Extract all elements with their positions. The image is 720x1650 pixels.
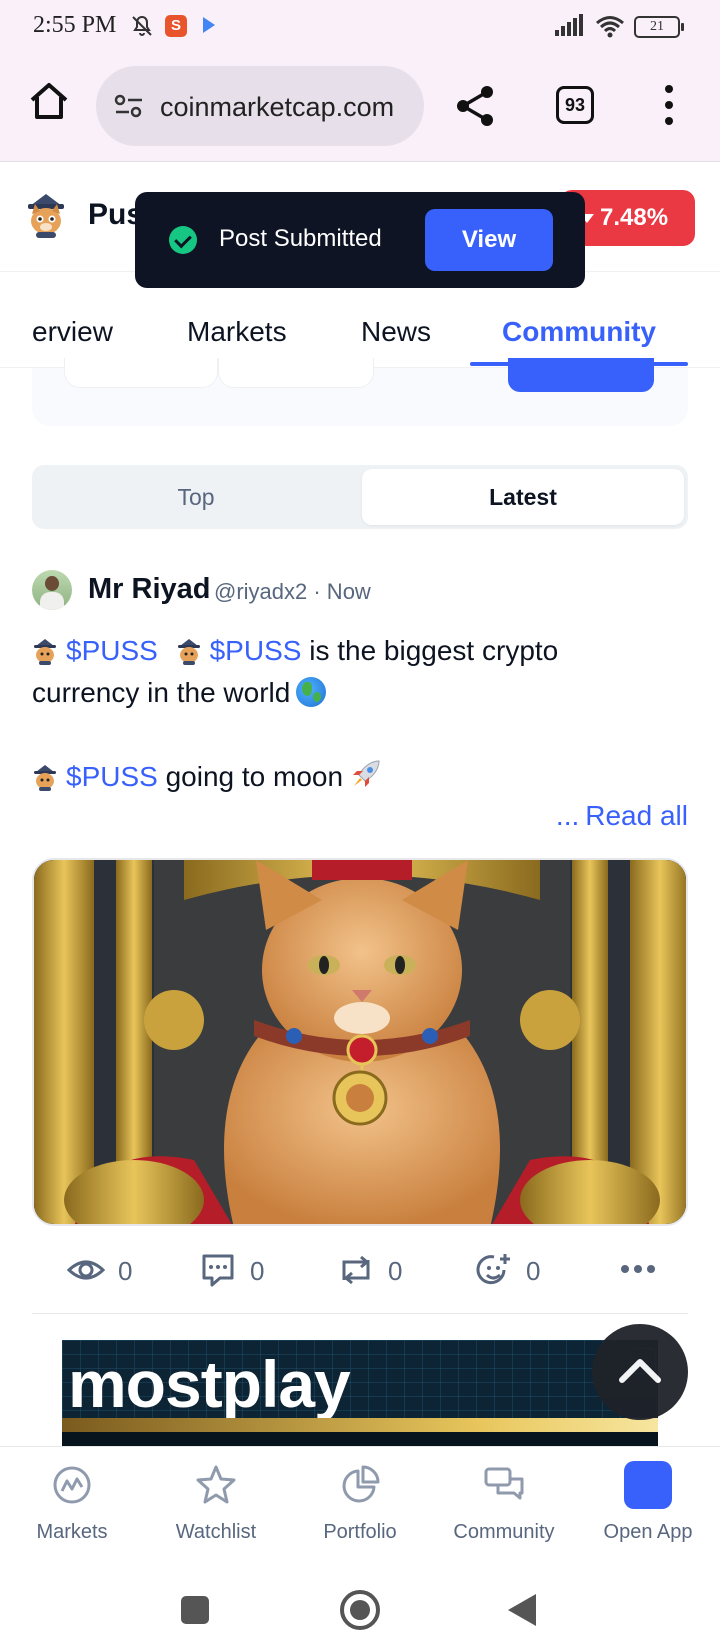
tab-markets[interactable]: Markets — [187, 316, 287, 348]
site-settings-icon[interactable] — [114, 94, 144, 118]
reactions-count: 0 — [526, 1256, 541, 1286]
card-action-button[interactable] — [508, 358, 654, 392]
comment-button[interactable]: 0 — [198, 1250, 278, 1290]
post-submitted-toast: Post Submitted View — [135, 192, 585, 288]
add-reaction-icon — [476, 1254, 510, 1285]
post-author-name[interactable]: Mr Riyad — [88, 573, 210, 606]
chevron-up-icon — [619, 1359, 661, 1383]
tab-community[interactable]: Community — [502, 316, 656, 348]
nav-label: Markets — [36, 1521, 108, 1543]
back-button[interactable] — [508, 1594, 536, 1626]
address-bar[interactable]: coinmarketcap.com — [96, 66, 424, 146]
avatar[interactable] — [32, 570, 72, 610]
ticker-link[interactable]: $PUSS — [210, 635, 302, 666]
puss-cat-emoji-icon — [177, 639, 200, 665]
scroll-to-top-button[interactable] — [592, 1324, 688, 1420]
recents-button[interactable] — [181, 1596, 209, 1624]
battery-indicator: 21 — [634, 16, 684, 38]
nav-label: Portfolio — [323, 1521, 397, 1543]
post-line-1: $PUSS $PUSS is the biggest crypto — [32, 630, 688, 672]
divider — [32, 1313, 688, 1314]
nav-watchlist[interactable]: Watchlist — [144, 1447, 288, 1571]
browser-toolbar: coinmarketcap.com 93 — [0, 52, 720, 162]
read-all-link[interactable]: ... Read all — [556, 800, 688, 832]
king-cat-illustration — [34, 860, 686, 1224]
system-nav-bar — [0, 1570, 720, 1650]
more-horiz-icon[interactable] — [620, 1264, 656, 1274]
markets-icon — [53, 1466, 91, 1504]
comment-icon — [202, 1254, 234, 1287]
bearish-vote-button[interactable] — [218, 358, 374, 388]
home-icon[interactable] — [28, 80, 70, 122]
post-actions: 0 0 0 0 — [0, 1242, 720, 1298]
pie-chart-icon — [342, 1465, 380, 1503]
puss-cat-emoji-icon — [34, 639, 56, 665]
tab-overview[interactable]: erview — [32, 316, 113, 348]
nav-markets[interactable]: Markets — [0, 1447, 144, 1571]
post-text: is the biggest crypto — [301, 635, 559, 666]
repost-icon — [342, 1255, 370, 1285]
chat-bubbles-icon — [484, 1467, 524, 1500]
post-line-3: $PUSS going to moon — [32, 756, 688, 798]
coin-logo — [28, 194, 64, 238]
check-circle-icon — [169, 226, 197, 254]
ticker-link[interactable]: $PUSS — [66, 761, 158, 792]
share-icon[interactable] — [454, 84, 498, 128]
nav-label: Open App — [603, 1521, 693, 1543]
nav-portfolio[interactable]: Portfolio — [288, 1447, 432, 1571]
sort-latest-button[interactable]: Latest — [362, 469, 684, 525]
more-vert-icon[interactable] — [660, 82, 678, 128]
bullish-vote-button[interactable] — [64, 358, 218, 388]
ad-brand-text: mostplay — [68, 1347, 351, 1421]
sentiment-card-partial — [32, 358, 688, 426]
reposts-count: 0 — [388, 1256, 403, 1286]
wifi-icon — [596, 16, 624, 38]
rocket-emoji-icon — [353, 760, 380, 787]
post-handle-time: @riyadx2 · Now — [214, 579, 371, 604]
star-icon — [196, 1465, 236, 1504]
puss-cat-emoji-icon — [34, 765, 56, 791]
post-image[interactable] — [32, 858, 688, 1226]
globe-emoji-icon — [296, 677, 327, 707]
price-change-value: 7.48% — [600, 204, 669, 231]
post-text: currency in the world — [32, 677, 291, 708]
tab-news[interactable]: News — [361, 316, 431, 348]
url-text[interactable]: coinmarketcap.com — [160, 92, 394, 123]
nav-open-app[interactable]: Open App — [576, 1447, 720, 1571]
views-stat: 0 — [66, 1250, 136, 1290]
post-text: going to moon — [157, 761, 344, 792]
status-bar: 2:55 PM S 21 — [0, 0, 720, 52]
eye-icon — [66, 1260, 106, 1280]
app-notification-icon: S — [165, 15, 187, 37]
feed-sort-toggle: Top Latest — [32, 465, 688, 529]
react-button[interactable]: 0 — [474, 1250, 554, 1290]
sort-top-button[interactable]: Top — [36, 469, 356, 525]
home-button[interactable] — [340, 1590, 380, 1630]
ad-banner[interactable]: mostplay — [62, 1340, 658, 1446]
signal-icon — [555, 14, 583, 36]
nav-label: Community — [453, 1521, 555, 1543]
nav-community[interactable]: Community — [432, 1447, 576, 1571]
comments-count: 0 — [250, 1256, 265, 1286]
play-store-icon — [203, 17, 215, 33]
toast-view-button[interactable]: View — [425, 209, 553, 271]
tab-switcher-button[interactable]: 93 — [556, 86, 594, 124]
muted-bell-icon — [132, 15, 152, 36]
cmc-app-icon — [624, 1461, 713, 1516]
post-body: $PUSS $PUSS is the biggest crypto curren… — [32, 630, 688, 798]
status-time: 2:55 PM — [33, 12, 117, 38]
repost-button[interactable]: 0 — [336, 1250, 416, 1290]
post-line-2: currency in the world — [32, 672, 688, 714]
toast-message: Post Submitted — [219, 225, 382, 252]
nav-label: Watchlist — [175, 1521, 257, 1543]
views-count: 0 — [118, 1256, 133, 1286]
bottom-nav: Markets Watchlist Portfolio Community Op… — [0, 1446, 720, 1570]
ticker-link[interactable]: $PUSS — [66, 635, 158, 666]
